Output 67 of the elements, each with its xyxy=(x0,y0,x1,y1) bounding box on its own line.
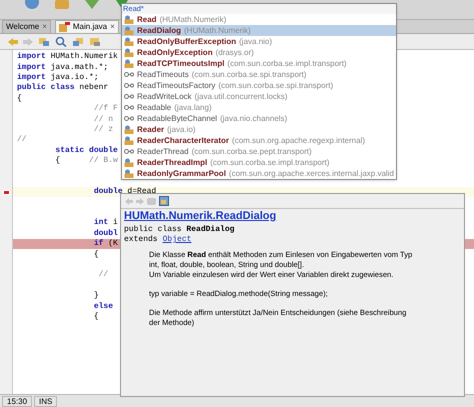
editor-tab[interactable]: Main.java × xyxy=(54,20,119,33)
code-line: import java.io.*; xyxy=(17,72,99,83)
class-icon xyxy=(124,169,134,178)
class-title-link[interactable]: HUMath.Numerik.ReadDialog xyxy=(124,210,461,223)
code-line: double d=Read xyxy=(92,186,156,198)
completion-item[interactable]: Readable (java.lang) xyxy=(122,102,396,113)
class-icon xyxy=(124,48,134,57)
back-arrow-icon[interactable] xyxy=(8,38,18,46)
code-line: //f F xyxy=(92,103,118,115)
interface-icon xyxy=(124,70,134,79)
completion-item[interactable]: ReadWriteLock (java.util.concurrent.locks) xyxy=(122,91,396,102)
completion-item[interactable]: ReadTimeouts (com.sun.corba.se.spi.transport) xyxy=(122,69,396,80)
code-line: { // B.w xyxy=(54,155,118,168)
code-line: // xyxy=(98,269,108,282)
code-line: { xyxy=(17,92,22,105)
class-icon xyxy=(124,125,134,134)
code-line: // xyxy=(17,134,27,146)
close-icon[interactable]: × xyxy=(110,21,115,33)
extends-keyword: extends xyxy=(124,235,158,245)
code-line: { xyxy=(92,310,99,323)
code-line: } xyxy=(92,290,99,302)
interface-icon xyxy=(124,114,134,123)
code-line: if (K xyxy=(92,238,118,250)
code-line: import java.math.*; xyxy=(17,62,108,73)
java-file-icon xyxy=(58,22,70,32)
cursor-position: 15:30 xyxy=(2,396,32,406)
back-arrow-icon[interactable] xyxy=(125,198,133,204)
box-icon[interactable] xyxy=(54,0,70,10)
interface-icon xyxy=(124,92,134,101)
search-icon[interactable] xyxy=(55,36,67,46)
close-icon[interactable]: × xyxy=(42,21,47,33)
interface-icon xyxy=(124,147,134,156)
code-line: import HUMath.Numerik xyxy=(17,51,118,63)
forward-arrow-icon[interactable] xyxy=(136,198,144,204)
interface-icon xyxy=(124,103,134,112)
code-line: doubl xyxy=(92,228,118,239)
completion-item[interactable]: ReadOnlyBufferException (java.nio) xyxy=(122,36,396,47)
completion-item[interactable]: ReadTCPTimeoutsImpl (com.sun.corba.se.impl.transport) xyxy=(122,58,396,69)
completion-item[interactable]: ReadableByteChannel (java.nio.channels) xyxy=(122,113,396,124)
completion-item[interactable]: Read (HUMath.Numerik) xyxy=(122,14,396,25)
class-icon xyxy=(124,26,134,35)
class-icon xyxy=(124,136,134,145)
insert-mode: INS xyxy=(34,396,58,406)
completion-item[interactable]: ReadTimeoutsFactory (com.sun.corba.se.spi.transport) xyxy=(122,80,396,91)
completion-item[interactable]: ReadDialog (HUMath.Numerik) xyxy=(122,25,396,36)
code-line: int i xyxy=(92,217,118,229)
code-line: // n xyxy=(92,114,114,125)
code-line: // z xyxy=(92,124,114,136)
completion-item[interactable]: Reader (java.io) xyxy=(122,124,396,135)
code-line: static double xyxy=(54,144,118,156)
class-icon xyxy=(124,59,134,68)
completion-item[interactable]: ReadOnlyException (drasys.or) xyxy=(122,47,396,58)
class-declaration: public class ReadDialog xyxy=(124,225,236,235)
completion-item[interactable]: ReaderThreadImpl (com.sun.corba.se.impl.transport) xyxy=(122,157,396,168)
class-icon xyxy=(124,15,134,24)
completion-item[interactable]: ReadonlyGrammarPool (com.sun.org.apache.xerces.internal.jaxp.valid xyxy=(122,168,396,179)
superclass-link[interactable]: Object xyxy=(162,235,192,245)
code-line: else xyxy=(92,300,114,312)
completion-item[interactable]: ReaderCharacterIterator (com.sun.org.apache.regexp.internal) xyxy=(122,135,396,146)
interface-icon xyxy=(124,81,134,90)
completion-item[interactable]: ReaderThread (com.sun.corba.se.pept.transport) xyxy=(122,146,396,157)
class-icon xyxy=(124,37,134,46)
class-icon xyxy=(124,158,134,167)
editor-tab[interactable]: Welcome × xyxy=(2,20,51,33)
code-line: { xyxy=(92,248,99,261)
code-line: public class nebenr xyxy=(17,82,108,94)
forward-arrow-icon[interactable] xyxy=(23,38,33,46)
